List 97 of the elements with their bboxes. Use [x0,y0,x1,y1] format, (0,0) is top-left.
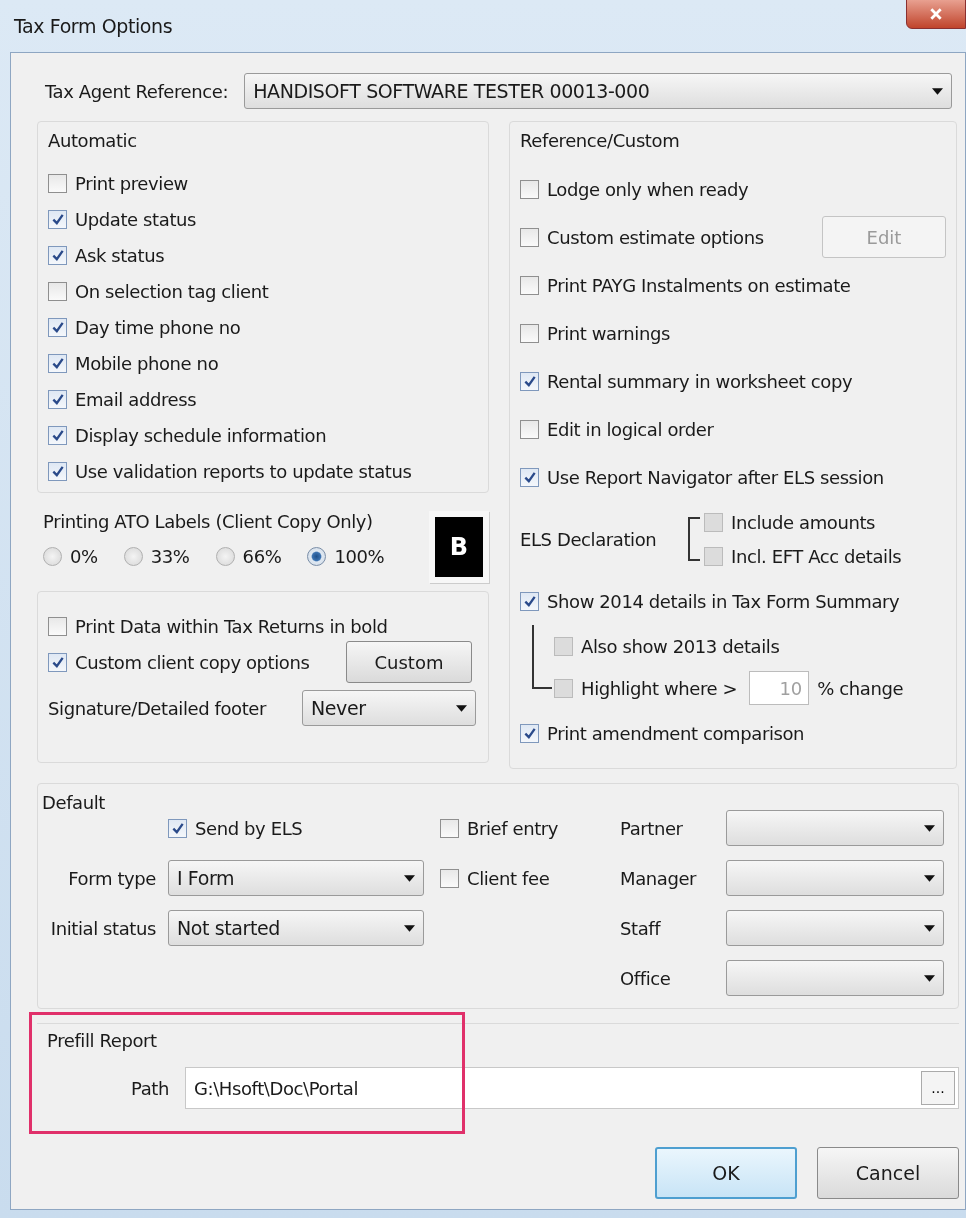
checkbox-label[interactable]: Client fee [467,867,550,889]
caret-icon [404,924,415,932]
checkbox-label[interactable]: Email address [75,388,197,410]
field-label: Partner [620,817,683,839]
unit-label: % change [817,677,904,699]
field-label: Office [620,967,671,989]
group-title: Reference/Custom [520,130,681,151]
bracket-line [688,517,700,561]
caret-icon [924,824,935,832]
checkbox-label[interactable]: Show 2014 details in Tax Form Summary [547,590,900,612]
field-label: Path [131,1077,169,1099]
bold-button[interactable]: B [429,511,489,583]
checkbox-label[interactable]: Custom client copy options [75,651,310,673]
checkbox[interactable] [48,616,67,636]
caret-icon [924,924,935,932]
checkbox-label[interactable]: Brief entry [467,817,559,839]
checkbox[interactable] [48,652,67,672]
checkbox[interactable] [520,371,539,391]
checkbox[interactable] [520,227,539,247]
group-title: Prefill Report [47,1030,158,1051]
caret-icon [456,704,467,712]
custom-button[interactable]: Custom [346,641,472,683]
checkbox-label[interactable]: Custom estimate options [547,226,764,248]
checkbox-label[interactable]: Display schedule information [75,424,327,446]
checkbox-label[interactable]: Use validation reports to update status [75,460,412,482]
browse-button[interactable]: ... [921,1071,955,1105]
checkbox-label[interactable]: Lodge only when ready [547,178,749,200]
checkbox[interactable] [48,425,67,445]
checkbox[interactable] [48,173,67,193]
dropdown[interactable]: HANDISOFT SOFTWARE TESTER 00013-000 [244,73,953,109]
field-label: Tax Agent Reference: [45,80,229,102]
caret-icon [924,874,935,882]
caret-icon [404,874,415,882]
group-label: ELS Declaration [520,528,658,550]
tree-connector [532,625,552,689]
radio-button[interactable] [307,547,327,566]
dropdown[interactable] [726,860,944,896]
checkbox-label[interactable]: Edit in logical order [547,418,714,440]
radio-label[interactable]: 33% [150,546,190,567]
dialog-button[interactable]: OK [655,1147,797,1199]
checkbox[interactable] [440,818,459,838]
checkbox[interactable] [48,317,67,337]
checkbox-label[interactable]: Ask status [75,244,165,266]
checkbox-label[interactable]: Rental summary in worksheet copy [547,370,853,392]
close-button[interactable] [906,0,966,29]
group-title: Default [42,792,106,813]
dropdown[interactable]: I Form [168,860,424,896]
checkbox[interactable] [48,209,67,229]
field-label: Signature/Detailed footer [48,697,267,719]
dropdown[interactable] [726,960,944,996]
field-label: Manager [620,867,697,889]
checkbox[interactable] [440,868,459,888]
checkbox[interactable] [520,323,539,343]
checkbox-label[interactable]: Print warnings [547,322,670,344]
checkbox-label[interactable]: Use Report Navigator after ELS session [547,466,884,488]
dropdown[interactable] [726,810,944,846]
dropdown[interactable]: Not started [168,910,424,946]
group-title: Printing ATO Labels (Client Copy Only) [43,511,374,532]
checkbox[interactable] [520,723,539,743]
radio-button[interactable] [123,547,143,566]
radio-button[interactable] [43,547,62,566]
checkbox[interactable] [48,389,67,409]
radio-label[interactable]: 100% [334,546,385,567]
checkbox[interactable] [48,461,67,481]
checkbox-label[interactable]: Send by ELS [195,817,303,839]
radio-button[interactable] [215,547,235,566]
checkbox[interactable] [520,591,539,611]
caret-icon [924,974,935,982]
field-label: Initial status [50,917,156,939]
checkbox-label[interactable]: Mobile phone no [75,352,219,374]
radio-label[interactable]: 66% [242,546,282,567]
checkbox[interactable] [520,419,539,439]
radio-label[interactable]: 0% [70,546,98,567]
checkbox[interactable] [48,281,67,301]
window-title: Tax Form Options [14,15,173,37]
checkbox-label[interactable]: Print amendment comparison [547,722,805,744]
checkbox-label[interactable]: Print preview [75,172,188,194]
dropdown[interactable]: Never [302,690,476,726]
checkbox[interactable] [48,245,67,265]
checkbox[interactable] [520,467,539,487]
checkbox-label[interactable]: Day time phone no [75,316,241,338]
checkbox[interactable] [168,818,187,838]
dropdown[interactable] [726,910,944,946]
checkbox[interactable] [520,275,539,295]
caret-icon [932,87,944,95]
checkbox-label[interactable]: Print Data within Tax Returns in bold [75,615,388,637]
dialog-button[interactable]: Cancel [817,1147,959,1199]
field-label: Form type [68,867,156,889]
close-icon [929,7,943,21]
checkbox-label[interactable]: On selection tag client [75,280,269,302]
checkbox[interactable] [520,179,539,199]
checkbox-label[interactable]: Update status [75,208,197,230]
path-field[interactable]: G:\Hsoft\Doc\Portal ... [184,1067,959,1109]
field-label: Staff [620,917,661,939]
checkbox[interactable] [48,353,67,373]
checkbox-label[interactable]: Print PAYG Instalments on estimate [547,274,851,296]
group-title: Automatic [48,130,138,151]
